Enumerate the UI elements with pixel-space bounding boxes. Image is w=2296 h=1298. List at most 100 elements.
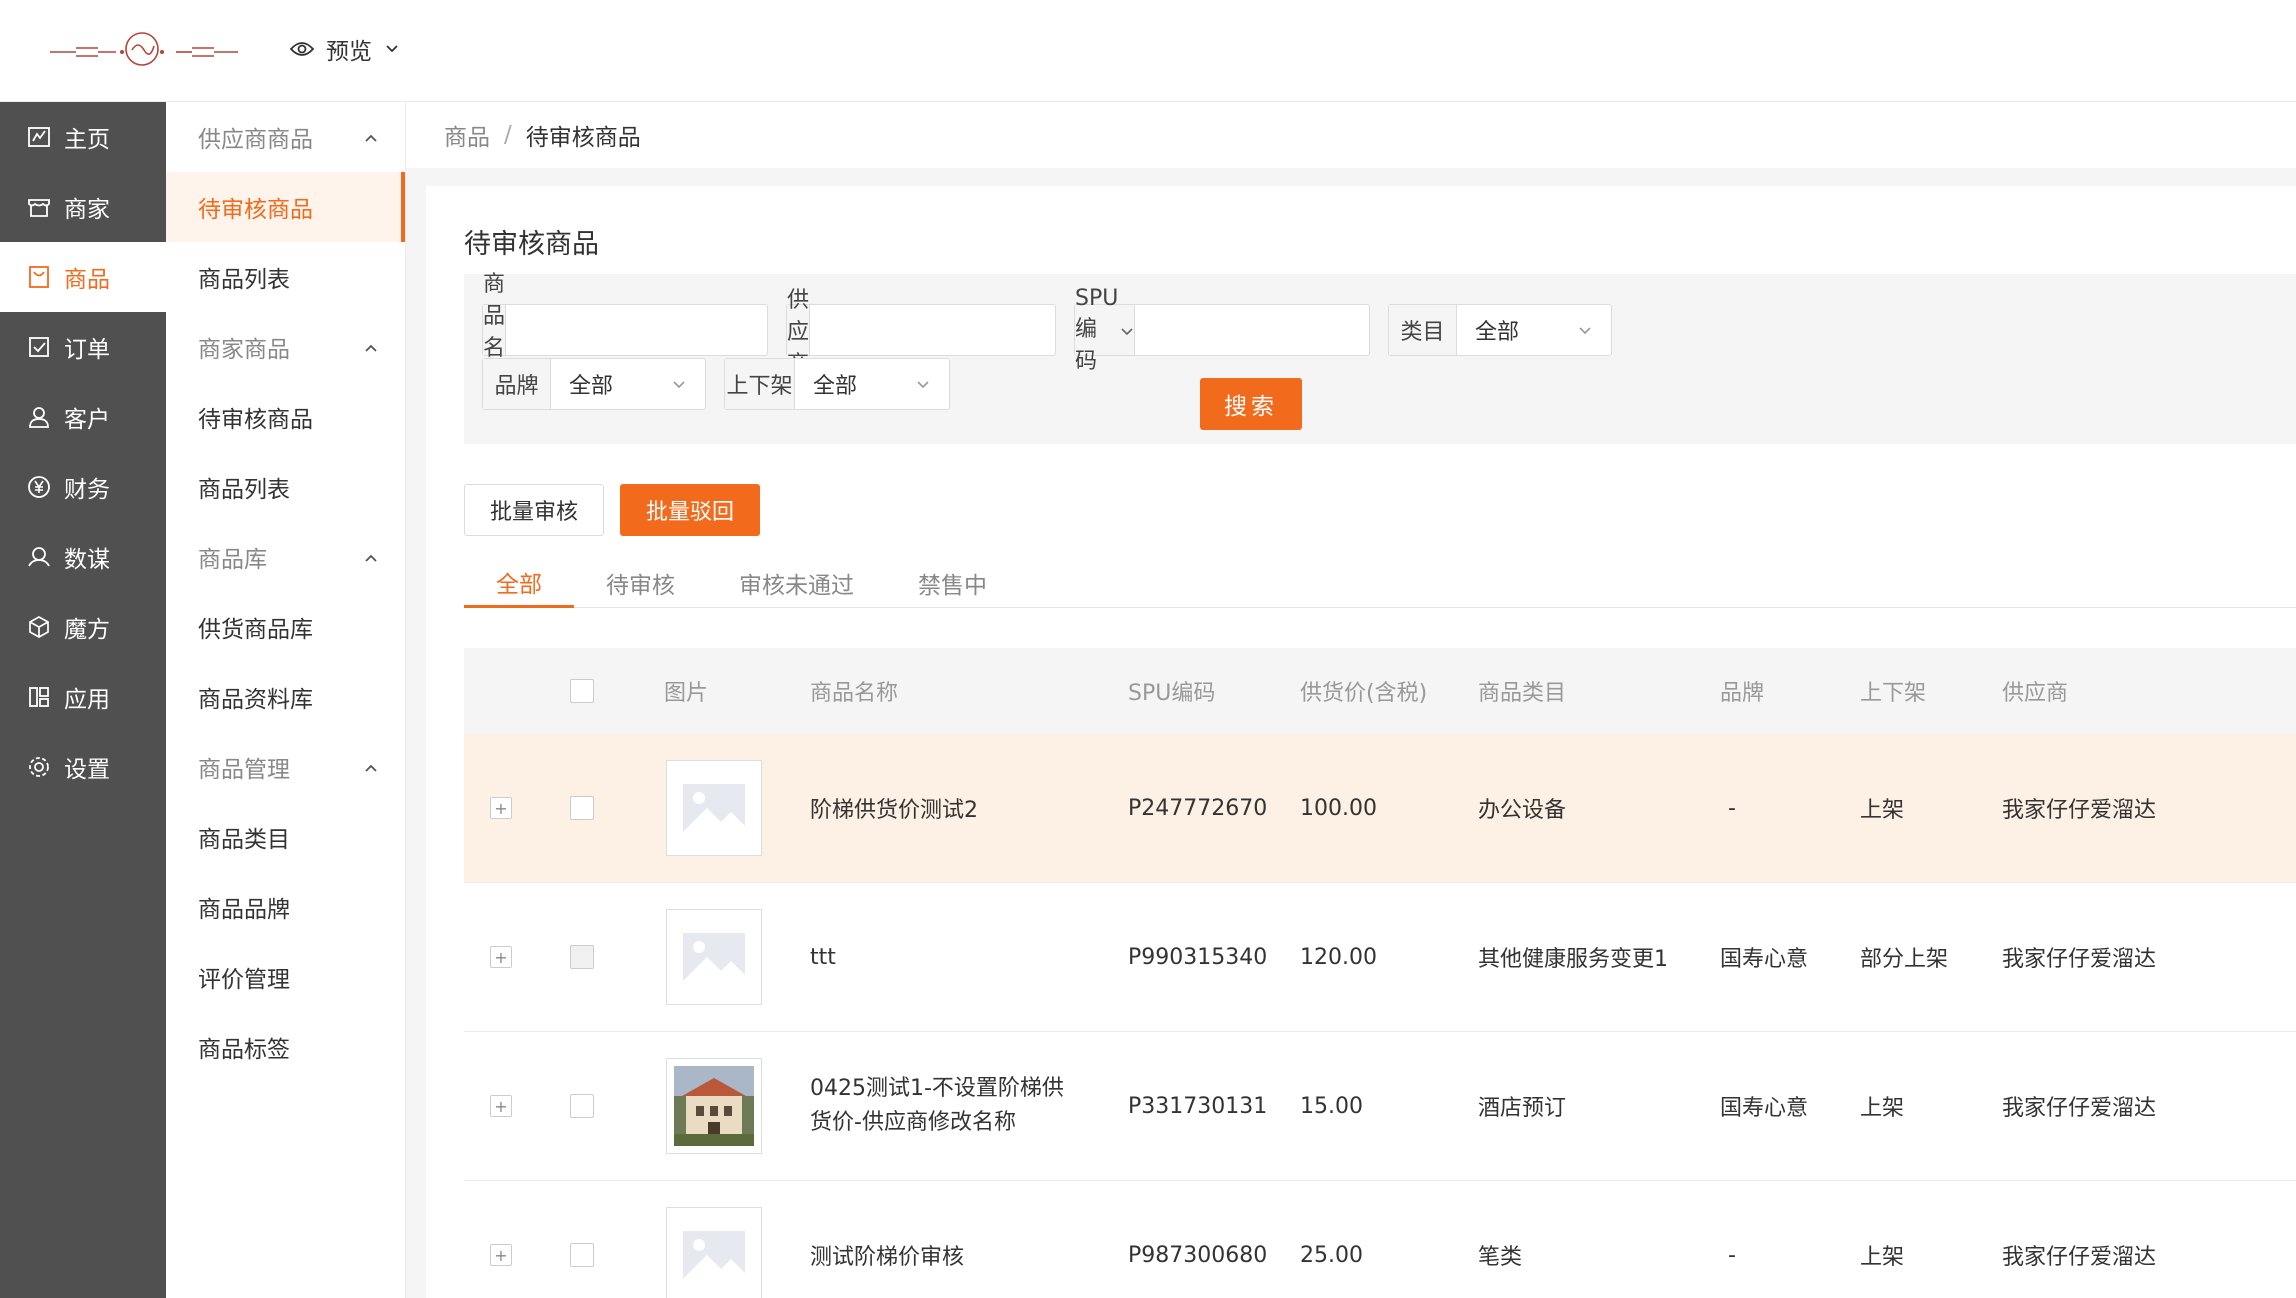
top-header: 预览 <box>0 0 2296 102</box>
table-row[interactable]: + 测试阶梯价审核 P987300680 25.00 笔类 - 上架 我家仔仔爱… <box>464 1181 2296 1298</box>
brand: 国寿心意 <box>1720 1096 1809 1121</box>
image-placeholder-icon[interactable] <box>666 909 762 1005</box>
chevron-up-icon <box>363 334 379 360</box>
row-checkbox <box>570 945 594 969</box>
chevron-down-icon <box>384 43 400 55</box>
col-brand: 品牌 <box>1720 681 1765 706</box>
spu-code: P990315340 <box>1128 944 1268 970</box>
search-button[interactable]: 搜索 <box>1200 378 1302 430</box>
sidebar-item-cube[interactable]: 魔方 <box>0 592 166 662</box>
row-checkbox[interactable] <box>570 1243 594 1267</box>
subnav-group-merchant-goods[interactable]: 商家商品 <box>166 312 405 382</box>
brand: - <box>1728 795 1736 821</box>
chevron-down-icon <box>1577 318 1593 343</box>
breadcrumb-parent[interactable]: 商品 <box>444 118 490 152</box>
tab-pending[interactable]: 待审核 <box>574 558 707 608</box>
product-name: ttt <box>810 944 836 970</box>
product-name-label: 商品名称 <box>483 272 507 393</box>
expand-row-button[interactable]: + <box>490 797 512 819</box>
subnav-group-supplier-goods[interactable]: 供应商商品 <box>166 102 405 172</box>
apps-icon <box>26 684 52 710</box>
shelf-status: 上架 <box>1860 1096 1905 1121</box>
select-all-checkbox[interactable] <box>570 679 594 703</box>
status-tabs: 全部 待审核 审核未通过 禁售中 <box>464 558 2296 608</box>
spu-filter: SPU编码 <box>1074 286 1442 374</box>
subnav-item-merchant-pending[interactable]: 待审核商品 <box>166 382 405 452</box>
subnav-item-tags[interactable]: 商品标签 <box>166 1012 405 1082</box>
price: 15.00 <box>1300 1093 1363 1119</box>
row-checkbox[interactable] <box>570 796 594 820</box>
subnav-item-supply-library[interactable]: 供货商品库 <box>166 592 405 662</box>
image-placeholder-icon[interactable] <box>666 760 762 856</box>
sub-sidebar: 供应商商品 待审核商品 商品列表 商家商品 待审核商品 商品列表 商品库 供货商… <box>166 102 406 1298</box>
table-row[interactable]: + 0425测试1-不设置阶梯供 货价-供应商修改名称 P331730131 1… <box>464 1032 2296 1181</box>
col-spu: SPU编码 <box>1128 681 1216 706</box>
col-price: 供货价(含税) <box>1300 681 1428 706</box>
supplier-label: 供应商 <box>787 288 811 377</box>
subnav-group-label: 供应商商品 <box>198 127 313 153</box>
cube-icon <box>26 614 52 640</box>
subnav-item-goods-list[interactable]: 商品列表 <box>166 242 405 312</box>
preview-label: 预览 <box>326 39 372 65</box>
subnav-item-data-library[interactable]: 商品资料库 <box>166 662 405 732</box>
store-icon <box>26 194 52 220</box>
col-supplier: 供应商 <box>2002 681 2069 706</box>
batch-reject-button[interactable]: 批量驳回 <box>620 484 760 536</box>
sidebar-item-customers[interactable]: 客户 <box>0 382 166 452</box>
sidebar-item-merchant[interactable]: 商家 <box>0 172 166 242</box>
table-row[interactable]: + 阶梯供货价测试2 P247772670 100.00 办公设备 - 上架 我… <box>464 734 2296 883</box>
product-image[interactable] <box>666 1058 762 1154</box>
breadcrumb-current: 待审核商品 <box>525 125 641 151</box>
subnav-item-pending-review[interactable]: 待审核商品 <box>166 172 405 242</box>
sidebar-item-home[interactable]: 主页 <box>0 102 166 172</box>
subnav-item-brands[interactable]: 商品品牌 <box>166 872 405 942</box>
dashboard-icon <box>26 124 52 150</box>
table-header: 图片 商品名称 SPU编码 供货价(含税) 商品类目 品牌 上下架 供应商 <box>464 648 2296 734</box>
spu-type-select[interactable]: SPU编码 <box>1075 286 1136 374</box>
sidebar-item-finance[interactable]: 财务 <box>0 452 166 522</box>
subnav-item-categories[interactable]: 商品类目 <box>166 802 405 872</box>
sidebar-item-label: 订单 <box>64 337 110 363</box>
shelf-value: 全部 <box>813 374 858 399</box>
subnav-group-goods-management[interactable]: 商品管理 <box>166 732 405 802</box>
subnav-item-reviews[interactable]: 评价管理 <box>166 942 405 1012</box>
spu-code: P331730131 <box>1128 1093 1268 1119</box>
category-filter[interactable]: 类目 全部 <box>1388 304 1612 356</box>
sidebar-item-orders[interactable]: 订单 <box>0 312 166 382</box>
sidebar-item-apps[interactable]: 应用 <box>0 662 166 732</box>
tab-rejected[interactable]: 审核未通过 <box>707 558 886 608</box>
product-name: 阶梯供货价测试2 <box>810 798 978 823</box>
shelf-filter[interactable]: 上下架 全部 <box>724 358 950 410</box>
product-name-input[interactable] <box>506 305 813 355</box>
yen-icon <box>26 474 52 500</box>
preview-dropdown[interactable]: 预览 <box>290 32 400 66</box>
batch-approve-button[interactable]: 批量审核 <box>464 484 604 536</box>
shelf-label: 上下架 <box>725 359 795 409</box>
subnav-group-goods-library[interactable]: 商品库 <box>166 522 405 592</box>
sidebar-item-settings[interactable]: 设置 <box>0 732 166 802</box>
supplier: 我家仔仔爱溜达 <box>2002 798 2157 823</box>
supplier-input[interactable] <box>810 305 1117 355</box>
brand-logo[interactable] <box>46 28 246 74</box>
price: 100.00 <box>1300 795 1377 821</box>
goods-table: 图片 商品名称 SPU编码 供货价(含税) 商品类目 品牌 上下架 供应商 + … <box>464 648 2296 1298</box>
expand-row-button[interactable]: + <box>490 1244 512 1266</box>
image-placeholder-icon[interactable] <box>666 1207 762 1298</box>
expand-row-button[interactable]: + <box>490 1095 512 1117</box>
table-row[interactable]: + ttt P990315340 120.00 其他健康服务变更1 国寿心意 部… <box>464 883 2296 1032</box>
expand-row-button[interactable]: + <box>490 946 512 968</box>
tab-banned[interactable]: 禁售中 <box>886 558 1019 608</box>
order-icon <box>26 334 52 360</box>
sidebar-item-goods[interactable]: 商品 <box>0 242 166 312</box>
chevron-down-icon <box>915 372 931 397</box>
spu-code: P247772670 <box>1128 795 1268 821</box>
row-checkbox[interactable] <box>570 1094 594 1118</box>
chevron-up-icon <box>363 544 379 570</box>
product-name: 0425测试1-不设置阶梯供 <box>810 1076 1064 1101</box>
brand-filter[interactable]: 品牌 全部 <box>482 358 706 410</box>
sidebar-item-data[interactable]: 数谋 <box>0 522 166 592</box>
subnav-item-merchant-list[interactable]: 商品列表 <box>166 452 405 522</box>
gear-icon <box>26 754 52 780</box>
brand-value: 全部 <box>569 374 614 399</box>
tab-all[interactable]: 全部 <box>464 558 574 608</box>
